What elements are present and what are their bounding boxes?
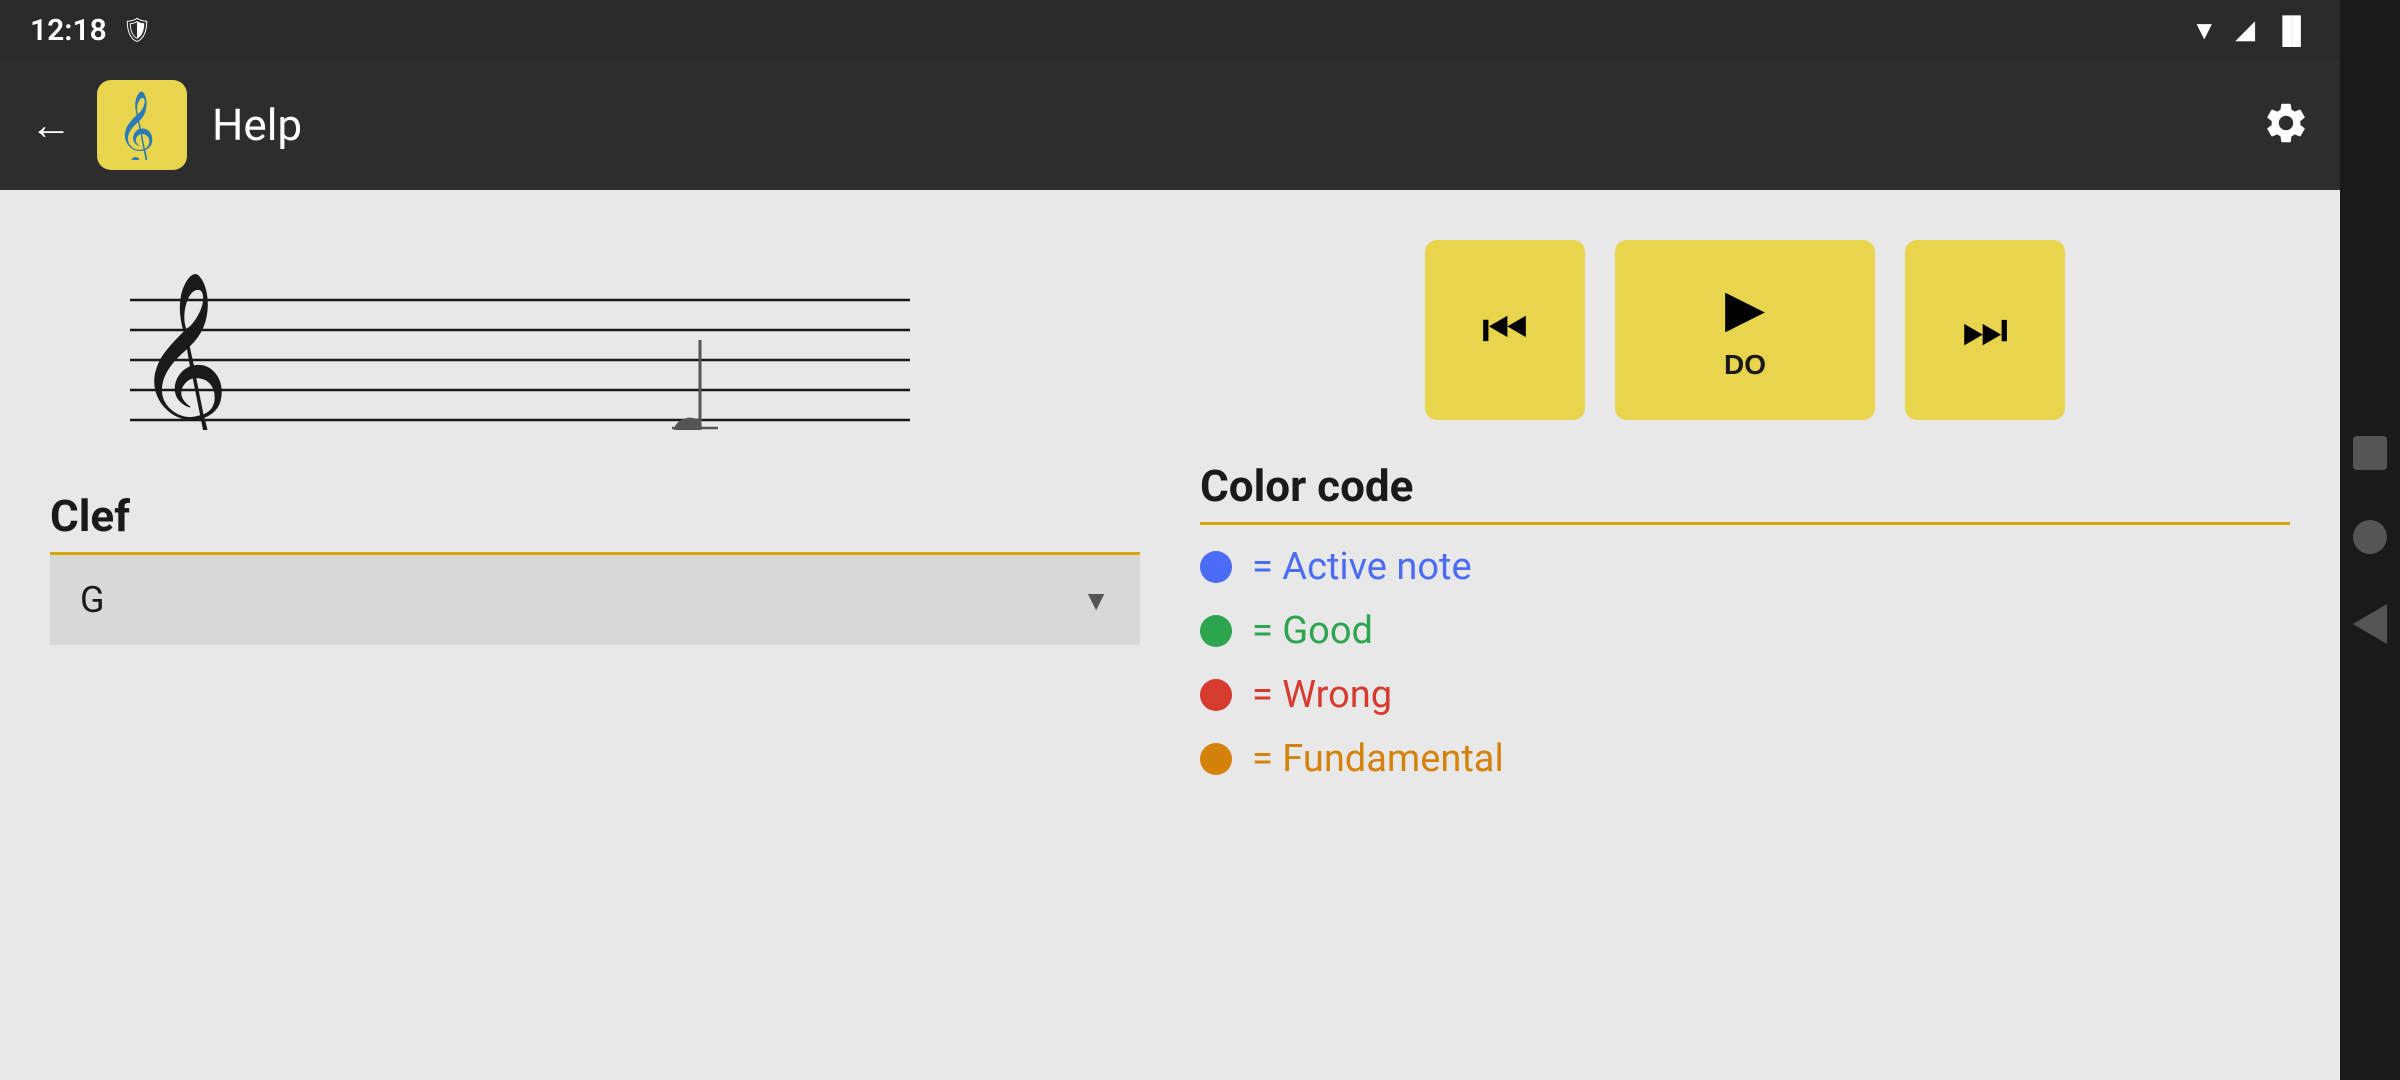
color-code-section: Color code = Active note = Good = Wrong bbox=[1200, 460, 2290, 781]
clef-title: Clef bbox=[50, 490, 1140, 542]
system-sidebar bbox=[2340, 0, 2400, 1080]
left-panel: 𝄞 Clef G ▼ bbox=[50, 230, 1140, 1040]
clef-dropdown[interactable]: G ▼ bbox=[50, 555, 1140, 645]
status-bar: 12:18 🛡 ▼ ◢ ▐▌ bbox=[0, 0, 2340, 60]
svg-text:𝄞: 𝄞 bbox=[117, 92, 155, 160]
recent-apps-button[interactable] bbox=[2353, 436, 2387, 470]
next-icon: ⏭ bbox=[1962, 300, 2009, 361]
main-content: 𝄞 Clef G ▼ bbox=[0, 190, 2340, 1080]
app-icon: 𝄞 bbox=[97, 80, 187, 170]
color-items-list: = Active note = Good = Wrong = Fundament… bbox=[1200, 525, 2290, 781]
list-item: = Fundamental bbox=[1200, 737, 2290, 781]
prev-icon: ⏮ bbox=[1482, 300, 1529, 361]
signal-icon: ◢ bbox=[2235, 15, 2255, 45]
play-icon: ▶ bbox=[1725, 279, 1765, 339]
color-code-title: Color code bbox=[1200, 460, 2290, 512]
play-button[interactable]: ▶ DO bbox=[1615, 240, 1875, 420]
next-button[interactable]: ⏭ bbox=[1905, 240, 2065, 420]
note-label: DO bbox=[1724, 349, 1766, 381]
wrong-dot bbox=[1200, 679, 1232, 711]
settings-button[interactable] bbox=[2262, 99, 2310, 151]
clef-section: Clef G ▼ bbox=[50, 490, 1140, 645]
chevron-down-icon: ▼ bbox=[1082, 584, 1110, 617]
right-panel: ⏮ ▶ DO ⏭ Color code = Active note bbox=[1200, 230, 2290, 1040]
good-dot bbox=[1200, 615, 1232, 647]
back-system-button[interactable] bbox=[2353, 604, 2387, 644]
status-time: 12:18 bbox=[30, 13, 107, 48]
prev-button[interactable]: ⏮ bbox=[1425, 240, 1585, 420]
staff-notation: 𝄞 bbox=[50, 250, 950, 430]
back-button[interactable]: ← bbox=[30, 101, 72, 150]
app-bar: ← 𝄞 Help bbox=[0, 60, 2340, 190]
shield-icon: 🛡 bbox=[122, 16, 152, 44]
fundamental-dot bbox=[1200, 743, 1232, 775]
clef-selected-value: G bbox=[80, 579, 105, 621]
fundamental-label: = Fundamental bbox=[1252, 737, 1504, 781]
wrong-label: = Wrong bbox=[1252, 673, 1392, 717]
home-button[interactable] bbox=[2353, 520, 2387, 554]
staff-area: 𝄞 bbox=[50, 230, 1140, 450]
settings-icon bbox=[2262, 99, 2310, 147]
playback-controls: ⏮ ▶ DO ⏭ bbox=[1200, 230, 2290, 420]
battery-icon: ▐▌ bbox=[2273, 15, 2310, 46]
good-label: = Good bbox=[1252, 609, 1373, 653]
svg-text:𝄞: 𝄞 bbox=[135, 274, 230, 430]
list-item: = Wrong bbox=[1200, 673, 2290, 717]
list-item: = Active note bbox=[1200, 545, 2290, 589]
active-note-dot bbox=[1200, 551, 1232, 583]
active-note-label: = Active note bbox=[1252, 545, 1472, 589]
wifi-icon: ▼ bbox=[2191, 15, 2217, 46]
page-title: Help bbox=[212, 99, 302, 151]
list-item: = Good bbox=[1200, 609, 2290, 653]
